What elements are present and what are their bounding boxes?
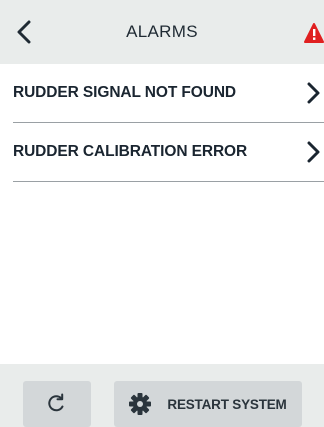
alarm-label: RUDDER SIGNAL NOT FOUND: [13, 84, 237, 101]
header-bar: ALARMS: [0, 0, 324, 64]
warning-triangle-icon: [304, 23, 324, 43]
restart-system-button[interactable]: RESTART SYSTEM: [114, 381, 302, 427]
alarm-item-rudder-calibration[interactable]: RUDDER CALIBRATION ERROR: [13, 123, 324, 182]
refresh-button[interactable]: [23, 381, 91, 427]
page-title: ALARMS: [126, 22, 198, 41]
alarm-item-rudder-signal[interactable]: RUDDER SIGNAL NOT FOUND: [13, 64, 324, 123]
chevron-right-icon: [306, 82, 320, 104]
alarm-label: RUDDER CALIBRATION ERROR: [13, 143, 248, 160]
warning-button[interactable]: [304, 22, 324, 44]
gear-icon: [129, 393, 152, 415]
restart-system-label: RESTART SYSTEM: [167, 396, 287, 412]
chevron-right-icon: [306, 141, 320, 163]
refresh-icon: [48, 393, 64, 412]
footer-bar: RESTART SYSTEM: [0, 364, 324, 427]
